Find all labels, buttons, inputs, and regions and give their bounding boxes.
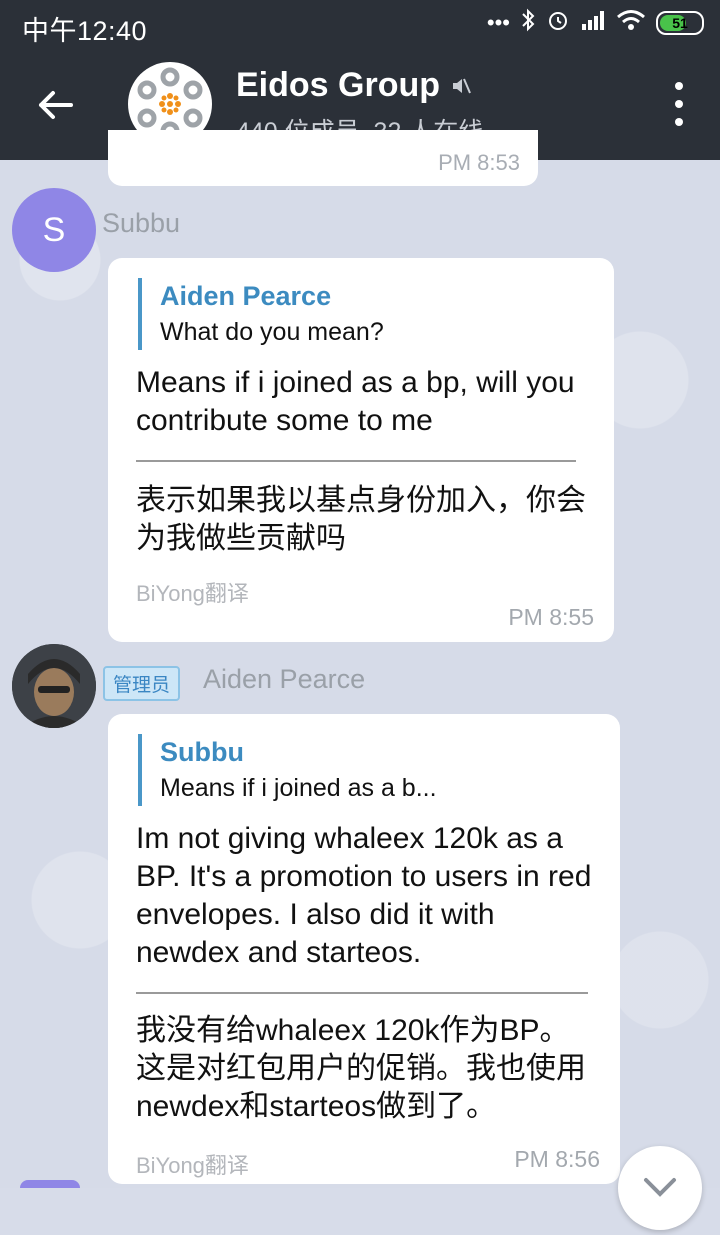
- avatar-image: [12, 644, 96, 728]
- translator-label: BiYong翻译: [136, 581, 249, 606]
- reply-preview[interactable]: Subbu Means if i joined as a b...: [138, 734, 437, 806]
- reply-text: What do you mean?: [160, 318, 384, 346]
- bluetooth-icon: [520, 8, 536, 38]
- reply-sender: Aiden Pearce: [160, 281, 332, 311]
- sender-name[interactable]: Aiden Pearce: [203, 664, 365, 695]
- muted-speaker-icon: [453, 78, 471, 93]
- status-time: 中午12:40: [22, 16, 148, 46]
- message-bubble[interactable]: Aiden Pearce What do you mean? Means if …: [108, 258, 614, 642]
- battery-level: 51: [672, 15, 688, 31]
- translation-text: 表示如果我以基点身份加入，你会为我做些贡献吗: [136, 484, 586, 555]
- divider: [136, 460, 576, 462]
- message-bubble[interactable]: Subbu Means if i joined as a b... Im not…: [108, 714, 620, 1184]
- sender-name[interactable]: Subbu: [102, 208, 180, 239]
- wifi-icon: [616, 8, 646, 38]
- translator-label: BiYong翻译: [136, 1153, 249, 1178]
- group-title[interactable]: Eidos Group: [236, 66, 472, 105]
- avatar[interactable]: S: [12, 188, 96, 272]
- translation-text: 我没有给whaleex 120k作为BP。这是对红包用户的促销。我也使用newd…: [136, 1014, 586, 1123]
- chat-title: Eidos Group: [236, 66, 440, 104]
- signal-icon: [580, 8, 606, 38]
- battery-icon: 51: [656, 11, 704, 35]
- alarm-icon: [546, 8, 570, 38]
- arrow-left-icon: [39, 91, 73, 119]
- reply-preview[interactable]: Aiden Pearce What do you mean?: [138, 278, 384, 350]
- admin-badge: 管理员: [103, 666, 181, 701]
- more-vertical-icon[interactable]: [670, 82, 688, 126]
- avatar-letter: S: [42, 210, 66, 249]
- message-time: PM 8:56: [514, 1146, 600, 1172]
- status-bar: 中午12:40 ••• 51: [0, 0, 720, 48]
- scroll-down-button[interactable]: [618, 1146, 702, 1230]
- next-avatar-peek: [20, 1180, 80, 1188]
- previous-message-bubble[interactable]: PM 8:53: [108, 130, 538, 186]
- status-icons: ••• 51: [487, 8, 704, 38]
- message-time: PM 8:53: [438, 150, 520, 175]
- chevron-down-icon: [644, 1178, 676, 1197]
- avatar[interactable]: [12, 644, 96, 728]
- message-text: Means if i joined as a bp, will you cont…: [136, 366, 575, 437]
- message-time: PM 8:55: [508, 604, 594, 630]
- back-button[interactable]: [28, 78, 82, 132]
- reply-sender: Subbu: [160, 737, 244, 767]
- divider: [136, 992, 588, 994]
- reply-text: Means if i joined as a b...: [160, 774, 437, 802]
- dots-icon: •••: [486, 10, 510, 35]
- message-text: Im not giving whaleex 120k as a BP. It's…: [136, 822, 592, 969]
